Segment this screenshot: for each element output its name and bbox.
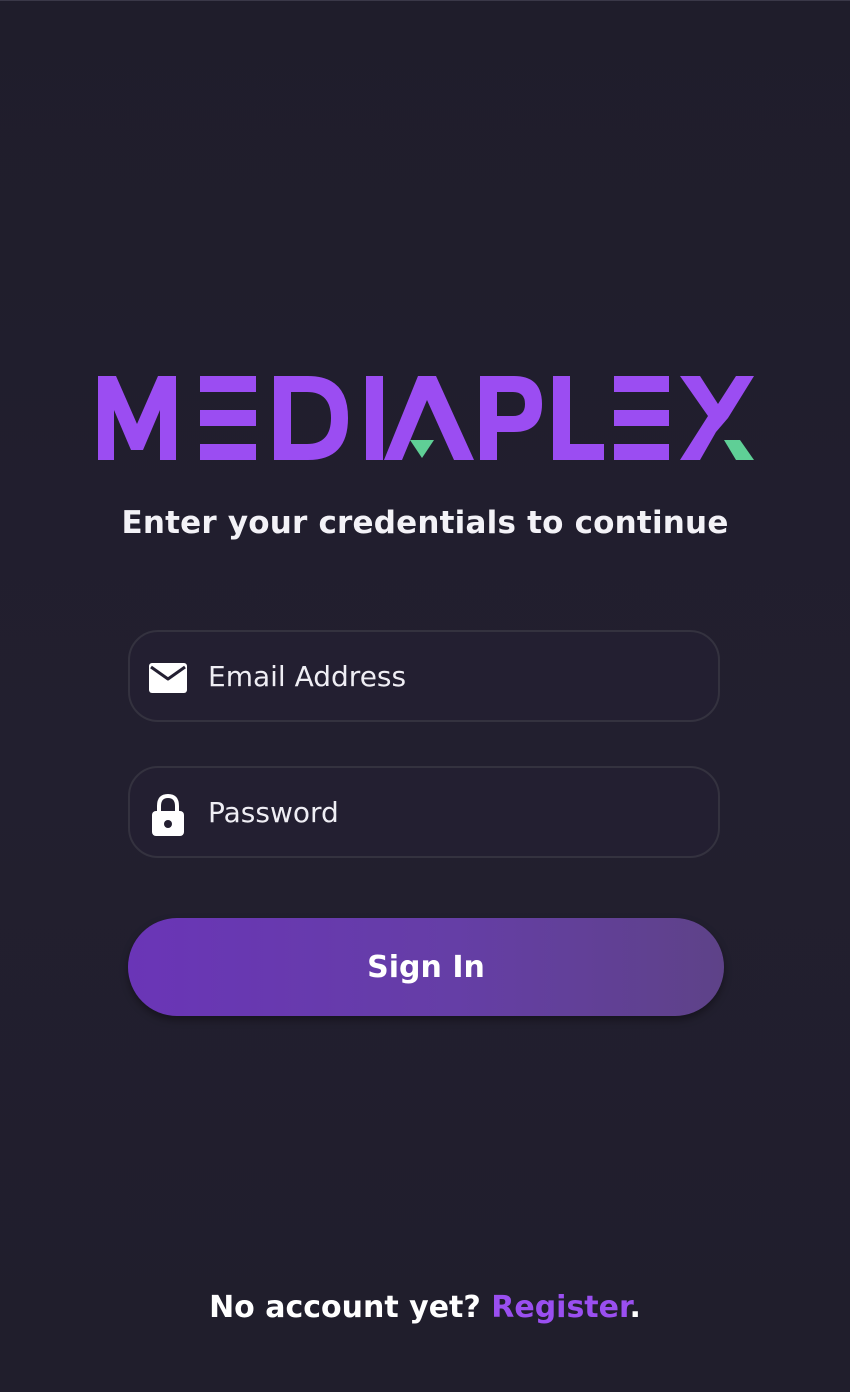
register-link[interactable]: Register — [491, 1290, 629, 1325]
email-input[interactable] — [208, 632, 688, 720]
mediaplex-logo — [96, 372, 756, 464]
email-field[interactable] — [128, 630, 720, 722]
password-input[interactable] — [208, 768, 688, 856]
lock-icon — [148, 793, 188, 836]
login-subtitle: Enter your credentials to continue — [121, 505, 729, 541]
register-prompt-suffix: . — [629, 1290, 641, 1325]
top-border — [0, 0, 850, 1]
register-prompt-text: No account yet? — [209, 1290, 492, 1325]
envelope-icon — [148, 658, 188, 698]
register-prompt: No account yet? Register. — [0, 1290, 850, 1325]
password-field[interactable] — [128, 766, 720, 858]
sign-in-button[interactable]: Sign In — [128, 918, 724, 1016]
